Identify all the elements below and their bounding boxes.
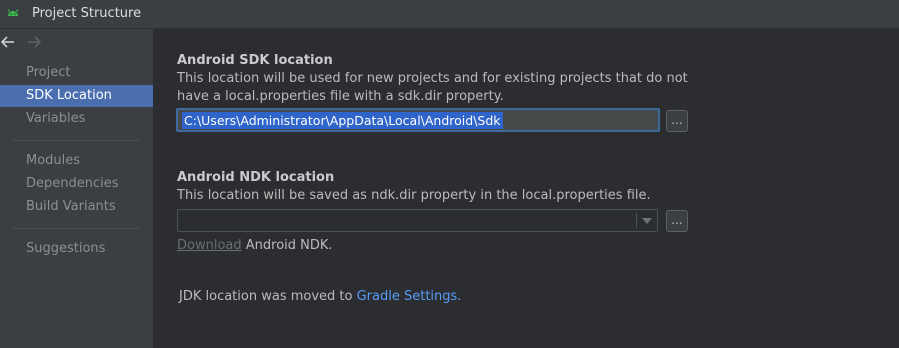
chevron-down-icon[interactable] bbox=[642, 218, 652, 224]
ndk-browse-button[interactable]: ... bbox=[666, 210, 688, 232]
android-icon bbox=[7, 9, 19, 16]
ndk-path-combo[interactable] bbox=[177, 209, 658, 232]
download-ndk-text: Android NDK. bbox=[241, 238, 333, 253]
jdk-moved-notice: JDK location was moved to Gradle Setting… bbox=[179, 289, 461, 304]
sidebar-item-sdk-location[interactable]: SDK Location bbox=[0, 85, 153, 107]
arrow-right-icon[interactable] bbox=[26, 35, 42, 49]
sidebar-item-variables[interactable]: Variables bbox=[0, 108, 153, 130]
sdk-browse-button[interactable]: ... bbox=[666, 110, 688, 132]
title-bar: Project Structure bbox=[0, 0, 899, 29]
arrow-left-icon[interactable] bbox=[0, 35, 16, 49]
ndk-heading: Android NDK location bbox=[177, 170, 335, 185]
window-title: Project Structure bbox=[32, 6, 142, 21]
sdk-path-value: C:\Users\Administrator\AppData\Local\And… bbox=[182, 112, 503, 129]
download-ndk-link[interactable]: Download bbox=[177, 238, 242, 253]
sidebar-divider bbox=[12, 140, 141, 141]
sidebar-item-dependencies[interactable]: Dependencies bbox=[0, 173, 153, 195]
sidebar-item-suggestions[interactable]: Suggestions bbox=[0, 238, 153, 260]
sidebar-item-project[interactable]: Project bbox=[0, 62, 153, 84]
sdk-heading: Android SDK location bbox=[177, 53, 333, 68]
jdk-notice-text: JDK location was moved to bbox=[179, 289, 357, 304]
sidebar-item-build-variants[interactable]: Build Variants bbox=[0, 196, 153, 218]
gradle-settings-link[interactable]: Gradle Settings. bbox=[357, 289, 462, 304]
sidebar-item-modules[interactable]: Modules bbox=[0, 150, 153, 172]
sdk-description: This location will be used for new proje… bbox=[177, 71, 688, 104]
sidebar-divider bbox=[12, 228, 141, 229]
sidebar: Project SDK Location Variables Modules D… bbox=[0, 29, 154, 348]
ndk-description: This location will be saved as ndk.dir p… bbox=[177, 188, 651, 203]
sdk-location-panel: Android SDK location This location will … bbox=[154, 29, 899, 348]
combo-divider bbox=[636, 213, 637, 228]
download-ndk-row: Download Android NDK. bbox=[177, 238, 333, 253]
sdk-path-input[interactable]: C:\Users\Administrator\AppData\Local\And… bbox=[176, 108, 660, 132]
